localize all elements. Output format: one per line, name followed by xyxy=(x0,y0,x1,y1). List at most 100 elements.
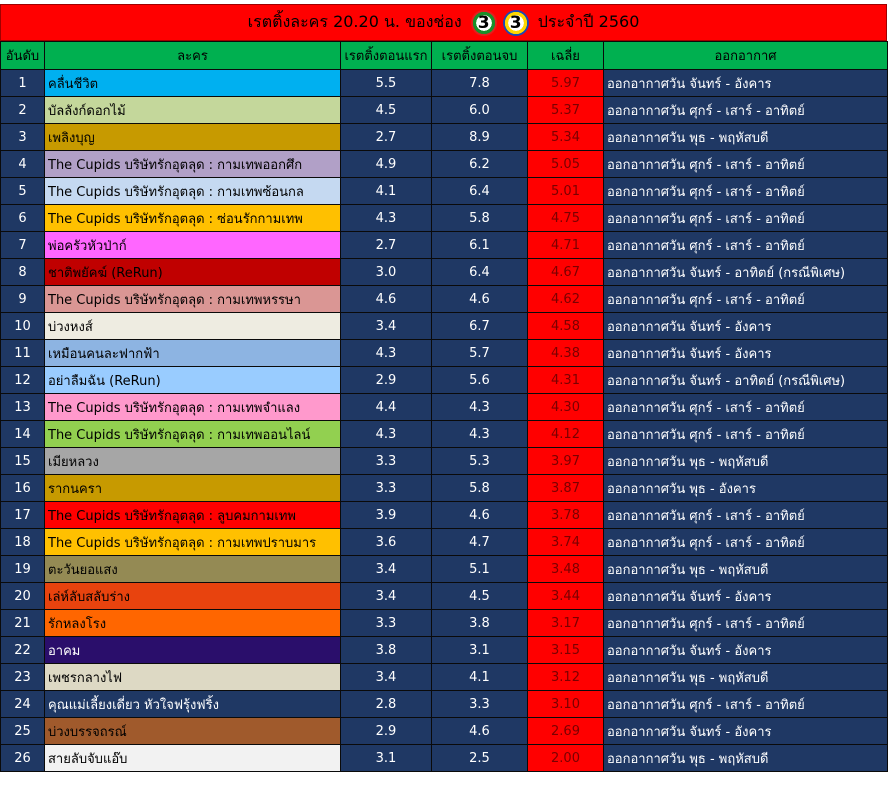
table-row: 12 อย่าลืมฉัน (ReRun) 2.9 5.6 4.31 ออกอากาศวั… xyxy=(0,366,888,394)
table-row: 14 The Cupids บริษัทรักอุตลุด : กามเทพออน… xyxy=(0,420,888,448)
airing-days-cell: ออกอากาศวัน ศุกร์ - เสาร์ - อาทิตย์ xyxy=(603,231,888,259)
first-episode-rating-cell: 2.9 xyxy=(340,717,432,745)
table-row: 21 รักหลงโรง 3.3 3.8 3.17 ออกอากาศวัน ศุกร์ -… xyxy=(0,609,888,637)
last-episode-rating-cell: 5.8 xyxy=(431,204,528,232)
airing-days-cell: ออกอากาศวัน จันทร์ - อังคาร xyxy=(603,636,888,664)
last-episode-rating-cell: 3.3 xyxy=(431,690,528,718)
average-rating-cell: 4.38 xyxy=(527,339,604,367)
airing-days-cell: ออกอากาศวัน จันทร์ - อาทิตย์ (กรณีพิเศษ) xyxy=(603,366,888,394)
first-episode-rating-cell: 2.7 xyxy=(340,123,432,151)
last-episode-rating-cell: 8.9 xyxy=(431,123,528,151)
table-row: 3 เพลิงบุญ 2.7 8.9 5.34 ออกอากาศวัน พุธ - พฤห… xyxy=(0,123,888,151)
rank-cell: 2 xyxy=(0,96,45,124)
airing-days-cell: ออกอากาศวัน ศุกร์ - เสาร์ - อาทิตย์ xyxy=(603,96,888,124)
first-episode-rating-cell: 3.4 xyxy=(340,663,432,691)
rank-cell: 9 xyxy=(0,285,45,313)
table-row: 22 อาคม 3.8 3.1 3.15 ออกอากาศวัน จันทร์ - อัง… xyxy=(0,636,888,664)
drama-name-cell: รักหลงโรง xyxy=(44,609,341,637)
last-episode-rating-cell: 6.2 xyxy=(431,150,528,178)
first-episode-rating-cell: 3.4 xyxy=(340,582,432,610)
rank-cell: 7 xyxy=(0,231,45,259)
airing-days-cell: ออกอากาศวัน ศุกร์ - เสาร์ - อาทิตย์ xyxy=(603,393,888,421)
last-episode-rating-cell: 4.6 xyxy=(431,285,528,313)
drama-name-cell: ตะวันยอแสง xyxy=(44,555,341,583)
average-rating-cell: 2.69 xyxy=(527,717,604,745)
table-row: 2 บัลลังก์ดอกไม้ 4.5 6.0 5.37 ออกอากาศวัน ศุก… xyxy=(0,96,888,124)
rank-cell: 15 xyxy=(0,447,45,475)
average-rating-cell: 3.87 xyxy=(527,474,604,502)
rank-cell: 8 xyxy=(0,258,45,286)
airing-days-cell: ออกอากาศวัน ศุกร์ - เสาร์ - อาทิตย์ xyxy=(603,501,888,529)
last-episode-rating-cell: 5.3 xyxy=(431,447,528,475)
last-episode-rating-cell: 7.8 xyxy=(431,69,528,97)
drama-name-cell: The Cupids บริษัทรักอุตลุด : กามเทพหรรษา xyxy=(44,285,341,313)
airing-days-cell: ออกอากาศวัน ศุกร์ - เสาร์ - อาทิตย์ xyxy=(603,177,888,205)
table-row: 5 The Cupids บริษัทรักอุตลุด : กามเทพซ้อน… xyxy=(0,177,888,205)
last-episode-rating-cell: 4.3 xyxy=(431,420,528,448)
channel-3-logo-icon: 3 xyxy=(502,9,529,36)
table-row: 11 เหมือนคนละฟากฟ้า 4.3 5.7 4.38 ออกอากาศวัน … xyxy=(0,339,888,367)
first-episode-rating-cell: 4.3 xyxy=(340,339,432,367)
first-episode-rating-cell: 4.4 xyxy=(340,393,432,421)
rank-cell: 25 xyxy=(0,717,45,745)
drama-name-cell: บ่วงหงส์ xyxy=(44,312,341,340)
header-row: อันดับ ละคร เรตติ้งตอนแรก เรตติ้งตอนจบ เ… xyxy=(0,41,888,70)
drama-name-cell: บ่วงบรรจถรณ์ xyxy=(44,717,341,745)
average-rating-cell: 4.58 xyxy=(527,312,604,340)
airing-days-cell: ออกอากาศวัน ศุกร์ - เสาร์ - อาทิตย์ xyxy=(603,204,888,232)
last-episode-rating-cell: 4.7 xyxy=(431,528,528,556)
last-episode-rating-cell: 4.6 xyxy=(431,501,528,529)
table-row: 7 พ่อครัวหัวป่าก์ 2.7 6.1 4.71 ออกอากาศวัน ศุ… xyxy=(0,231,888,259)
rank-cell: 24 xyxy=(0,690,45,718)
first-episode-rating-cell: 3.0 xyxy=(340,258,432,286)
drama-name-cell: คลื่นชีวิต xyxy=(44,69,341,97)
last-episode-rating-cell: 6.4 xyxy=(431,258,528,286)
table-row: 23 เพชรกลางไฟ 3.4 4.1 3.12 ออกอากาศวัน พุธ - … xyxy=(0,663,888,691)
last-episode-rating-cell: 5.6 xyxy=(431,366,528,394)
rank-cell: 13 xyxy=(0,393,45,421)
last-episode-rating-cell: 6.4 xyxy=(431,177,528,205)
airing-days-cell: ออกอากาศวัน จันทร์ - อังคาร xyxy=(603,717,888,745)
drama-name-cell: The Cupids บริษัทรักอุตลุด : กามเทพปราบม… xyxy=(44,528,341,556)
first-episode-rating-cell: 4.3 xyxy=(340,204,432,232)
average-rating-cell: 3.48 xyxy=(527,555,604,583)
drama-name-cell: The Cupids บริษัทรักอุตลุด : กามเทพออกศึ… xyxy=(44,150,341,178)
drama-name-cell: The Cupids บริษัทรักอุตลุด : กามเทพจำแลง xyxy=(44,393,341,421)
table-row: 15 เมียหลวง 3.3 5.3 3.97 ออกอากาศวัน พุธ - พฤ… xyxy=(0,447,888,475)
airing-days-cell: ออกอากาศวัน ศุกร์ - เสาร์ - อาทิตย์ xyxy=(603,609,888,637)
first-episode-rating-cell: 3.8 xyxy=(340,636,432,664)
rank-cell: 20 xyxy=(0,582,45,610)
average-rating-cell: 4.31 xyxy=(527,366,604,394)
table-row: 13 The Cupids บริษัทรักอุตลุด : กามเทพจำแ… xyxy=(0,393,888,421)
first-episode-rating-cell: 3.4 xyxy=(340,312,432,340)
drama-name-cell: The Cupids บริษัทรักอุตลุด : กามเทพออนไล… xyxy=(44,420,341,448)
rank-cell: 5 xyxy=(0,177,45,205)
rank-cell: 4 xyxy=(0,150,45,178)
rank-cell: 19 xyxy=(0,555,45,583)
drama-name-cell: เมียหลวง xyxy=(44,447,341,475)
average-rating-cell: 3.12 xyxy=(527,663,604,691)
header-air: ออกอากาศ xyxy=(603,41,888,70)
last-episode-rating-cell: 5.1 xyxy=(431,555,528,583)
table-row: 17 The Cupids บริษัทรักอุตลุด : ลูบคมกามเ… xyxy=(0,501,888,529)
rank-cell: 14 xyxy=(0,420,45,448)
last-episode-rating-cell: 2.5 xyxy=(431,744,528,772)
rank-cell: 3 xyxy=(0,123,45,151)
drama-name-cell: เพชรกลางไฟ xyxy=(44,663,341,691)
first-episode-rating-cell: 2.9 xyxy=(340,366,432,394)
airing-days-cell: ออกอากาศวัน จันทร์ - อังคาร xyxy=(603,69,888,97)
airing-days-cell: ออกอากาศวัน ศุกร์ - เสาร์ - อาทิตย์ xyxy=(603,420,888,448)
last-episode-rating-cell: 4.6 xyxy=(431,717,528,745)
airing-days-cell: ออกอากาศวัน ศุกร์ - เสาร์ - อาทิตย์ xyxy=(603,285,888,313)
table-row: 9 The Cupids บริษัทรักอุตลุด : กามเทพหรรษ… xyxy=(0,285,888,313)
average-rating-cell: 4.30 xyxy=(527,393,604,421)
average-rating-cell: 3.15 xyxy=(527,636,604,664)
airing-days-cell: ออกอากาศวัน พุธ - พฤหัสบดี xyxy=(603,663,888,691)
first-episode-rating-cell: 3.4 xyxy=(340,555,432,583)
header-last: เรตติ้งตอนจบ xyxy=(431,41,528,70)
first-episode-rating-cell: 4.5 xyxy=(340,96,432,124)
average-rating-cell: 4.67 xyxy=(527,258,604,286)
table-row: 6 The Cupids บริษัทรักอุตลุด : ซ่อนรักกาม… xyxy=(0,204,888,232)
average-rating-cell: 3.10 xyxy=(527,690,604,718)
airing-days-cell: ออกอากาศวัน ศุกร์ - เสาร์ - อาทิตย์ xyxy=(603,690,888,718)
